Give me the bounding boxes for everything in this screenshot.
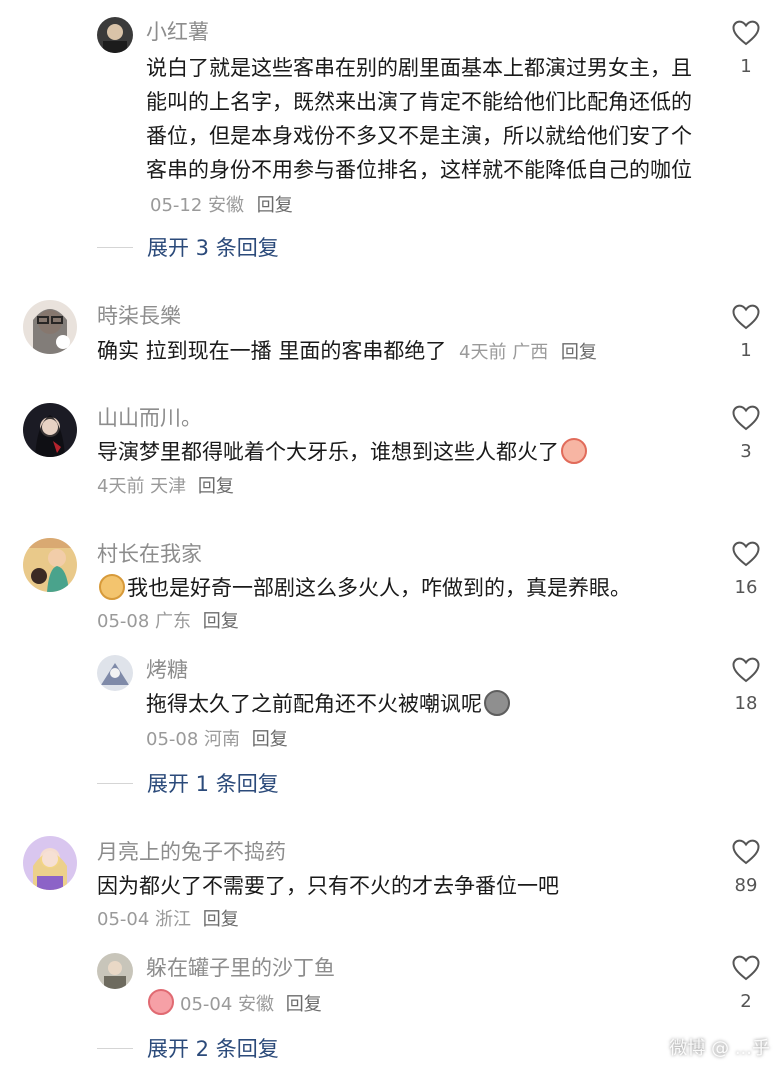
commenter-name[interactable]: 時柒長樂 (97, 303, 181, 329)
reply-button[interactable]: 回复 (561, 342, 597, 363)
commenter-name[interactable]: 小红薯 (146, 19, 209, 45)
like-button[interactable]: 3 (727, 405, 765, 462)
comment-meta: 05-04 浙江 回复 (97, 907, 239, 933)
reply-button[interactable]: 回复 (198, 476, 234, 497)
comment-text: 我也是好奇一部剧这么多火人，咋做到的，真是养眼。 (97, 571, 717, 605)
like-count: 89 (734, 875, 758, 896)
dog-face-emoji (99, 574, 125, 600)
peach-face-emoji (148, 989, 174, 1015)
comment-meta: 05-04 安徽 回复 (146, 989, 322, 1018)
reply-button[interactable]: 回复 (257, 195, 293, 216)
comment-meta-text: 05-04 浙江 (97, 909, 192, 930)
comment-body: 确实 拉到现在一播 里面的客串都绝了 (97, 339, 447, 363)
like-button[interactable]: 2 (727, 955, 765, 1012)
divider (97, 1047, 133, 1049)
crying-face-emoji (561, 438, 587, 464)
divider (97, 782, 133, 784)
watermark: 微博 @ ...乎 (669, 1038, 770, 1059)
expand-replies-button[interactable]: 展开 3 条回复 (97, 232, 279, 262)
expand-replies-label: 展开 3 条回复 (147, 236, 279, 260)
comment-meta-text: 05-04 安徽 (180, 994, 275, 1015)
money-bag-emoji (484, 690, 510, 716)
reply-button[interactable]: 回复 (286, 994, 322, 1015)
comment-meta-text: 05-08 广东 (97, 611, 192, 632)
avatar[interactable] (23, 538, 77, 592)
like-count: 3 (740, 441, 752, 462)
like-button[interactable]: 16 (727, 541, 765, 598)
avatar[interactable] (97, 953, 133, 989)
expand-replies-label: 展开 2 条回复 (147, 1037, 279, 1061)
comment-meta-text: 4天前 天津 (97, 476, 187, 497)
comment-meta: 4天前 天津 回复 (97, 474, 234, 500)
comment-meta: 05-12 安徽 (150, 195, 245, 216)
like-count: 2 (740, 991, 752, 1012)
like-button[interactable]: 1 (727, 20, 765, 77)
comment-body: 导演梦里都得呲着个大牙乐，谁想到这些人都火了 (97, 440, 559, 464)
comment-meta: 4天前 广西 (459, 342, 549, 363)
comment-text: 说白了就是这些客串在别的剧里面基本上都演过男女主，且能叫的上名字，既然来出演了肯… (146, 51, 706, 223)
heart-icon (732, 657, 760, 683)
like-button[interactable]: 18 (727, 657, 765, 714)
divider (97, 246, 133, 248)
commenter-name[interactable]: 烤糖 (146, 657, 188, 683)
comment-body: 因为都火了不需要了，只有不火的才去争番位一吧 (97, 874, 559, 898)
comment-body: 说白了就是这些客串在别的剧里面基本上都演过男女主，且能叫的上名字，既然来出演了肯… (146, 56, 692, 182)
heart-icon (732, 405, 760, 431)
like-count: 18 (734, 693, 758, 714)
comment-text: 导演梦里都得呲着个大牙乐，谁想到这些人都火了 (97, 435, 717, 469)
commenter-name[interactable]: 月亮上的兔子不捣药 (97, 839, 286, 865)
heart-icon (732, 20, 760, 46)
commenter-name[interactable]: 躲在罐子里的沙丁鱼 (146, 955, 335, 981)
heart-icon (732, 541, 760, 567)
comment-body: 我也是好奇一部剧这么多火人，咋做到的，真是养眼。 (127, 576, 631, 600)
comment-meta: 05-08 河南 回复 (146, 727, 288, 753)
avatar[interactable] (97, 17, 133, 53)
like-count: 1 (740, 56, 752, 77)
heart-icon (732, 304, 760, 330)
heart-icon (732, 955, 760, 981)
expand-replies-button[interactable]: 展开 1 条回复 (97, 768, 279, 798)
like-count: 16 (734, 577, 758, 598)
reply-button[interactable]: 回复 (252, 729, 288, 750)
expand-replies-button[interactable]: 展开 2 条回复 (97, 1033, 279, 1063)
commenter-name[interactable]: 村长在我家 (97, 541, 202, 567)
expand-replies-label: 展开 1 条回复 (147, 772, 279, 796)
comment-text: 因为都火了不需要了，只有不火的才去争番位一吧 (97, 869, 717, 903)
like-button[interactable]: 1 (727, 304, 765, 361)
avatar[interactable] (97, 655, 133, 691)
comment-text: 拖得太久了之前配角还不火被嘲讽呢 (146, 687, 716, 721)
reply-button[interactable]: 回复 (203, 611, 239, 632)
commenter-name[interactable]: 山山而川。 (97, 405, 202, 431)
avatar[interactable] (23, 403, 77, 457)
comment-text: 确实 拉到现在一播 里面的客串都绝了 4天前 广西 回复 (97, 334, 717, 370)
avatar[interactable] (23, 836, 77, 890)
comment-meta-text: 05-08 河南 (146, 729, 241, 750)
reply-button[interactable]: 回复 (203, 909, 239, 930)
like-count: 1 (740, 340, 752, 361)
avatar[interactable] (23, 300, 77, 354)
heart-icon (732, 839, 760, 865)
like-button[interactable]: 89 (727, 839, 765, 896)
comment-meta: 05-08 广东 回复 (97, 609, 239, 635)
comment-body: 拖得太久了之前配角还不火被嘲讽呢 (146, 692, 482, 716)
